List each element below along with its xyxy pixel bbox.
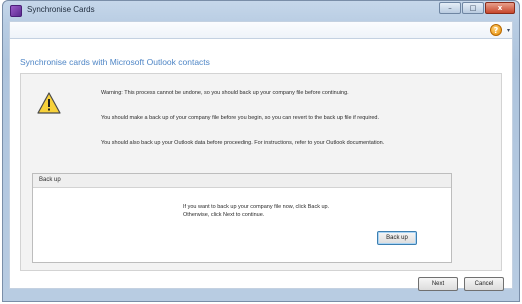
back-up-button[interactable]: Back up [377, 231, 417, 245]
toolbar: ? ▾ [9, 21, 513, 39]
backup-instruction-line-2: Otherwise, click Next to continue. [183, 212, 265, 218]
page-heading: Synchronise cards with Microsoft Outlook… [20, 57, 210, 67]
help-icon[interactable]: ? [490, 24, 502, 36]
backup-section: Back up If you want to back up your comp… [32, 173, 452, 263]
main-content: Synchronise cards with Microsoft Outlook… [9, 39, 513, 289]
warning-line-1: Warning: This process cannot be undone, … [101, 90, 349, 96]
warning-line-3: You should also back up your Outlook dat… [101, 140, 385, 146]
window-title: Synchronise Cards [27, 5, 95, 14]
window-controls: – □ x [439, 2, 515, 14]
maximize-button[interactable]: □ [462, 2, 484, 14]
warning-line-2: You should make a back up of your compan… [101, 115, 380, 121]
backup-instruction-line-1: If you want to back up your company file… [183, 204, 330, 210]
synchronise-cards-window: Synchronise Cards – □ x ? ▾ Synchronise … [2, 0, 520, 302]
cancel-button[interactable]: Cancel [464, 277, 504, 291]
minimize-button[interactable]: – [439, 2, 461, 14]
title-bar[interactable]: Synchronise Cards – □ x [3, 1, 519, 21]
backup-section-header: Back up [33, 174, 451, 188]
backup-section-title: Back up [39, 177, 61, 183]
app-icon [10, 5, 22, 17]
warning-icon [37, 92, 61, 114]
next-button[interactable]: Next [418, 277, 458, 291]
close-button[interactable]: x [485, 2, 515, 14]
chevron-down-icon[interactable]: ▾ [507, 27, 510, 34]
